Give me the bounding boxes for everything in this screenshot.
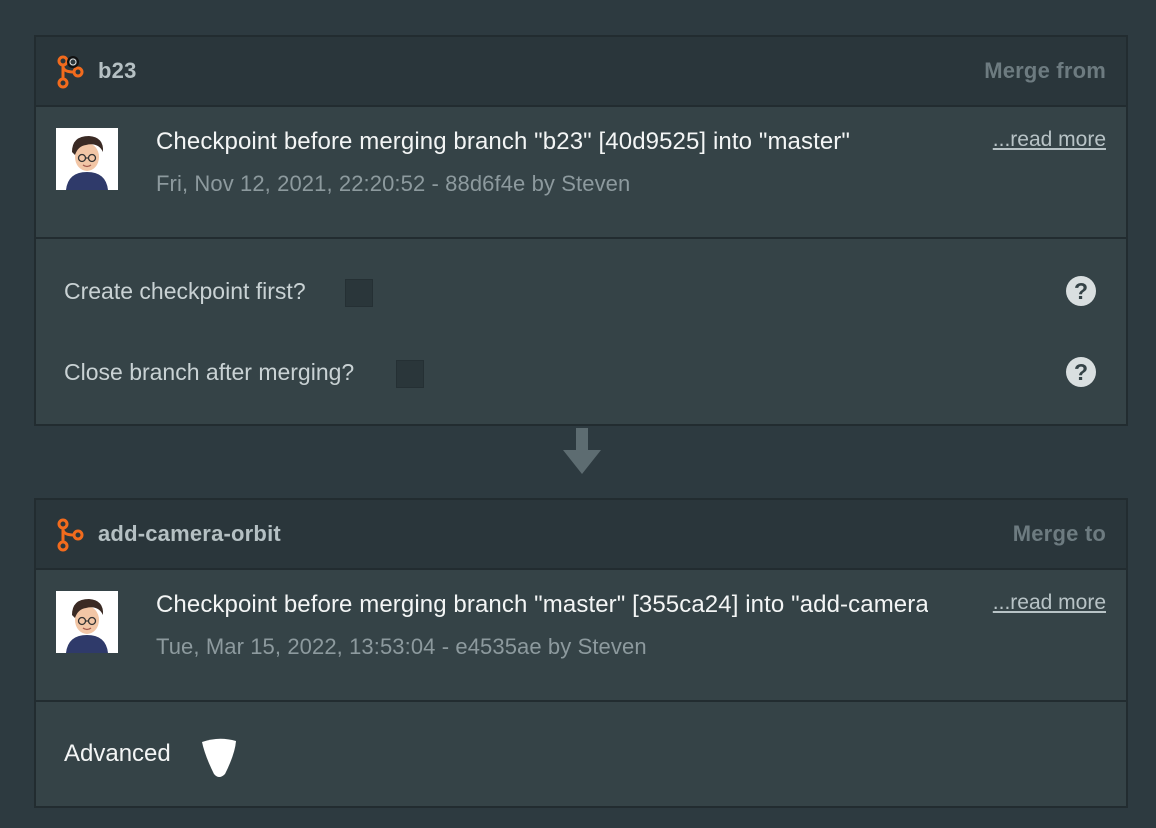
- source-commit: Checkpoint before merging branch "b23" […: [36, 107, 1126, 239]
- commit-meta: Tue, Mar 15, 2022, 13:53:04 - e4535ae by…: [156, 634, 647, 659]
- target-branch-name: add-camera-orbit: [98, 521, 281, 546]
- question-circle-icon[interactable]: ?: [1066, 357, 1096, 387]
- caret-down-icon[interactable]: [199, 734, 239, 780]
- create-checkpoint-label: Create checkpoint first?: [64, 278, 306, 304]
- commit-meta: Fri, Nov 12, 2021, 22:20:52 - 88d6f4e by…: [156, 171, 631, 196]
- commit-title: Checkpoint before merging branch "master…: [156, 591, 928, 618]
- merge-from-header: b23 Merge from: [36, 37, 1126, 107]
- avatar: [56, 128, 118, 190]
- arrow-down-icon: [563, 428, 601, 474]
- advanced-toggle[interactable]: Advanced: [64, 740, 171, 768]
- commit-title: Checkpoint before merging branch "b23" […: [156, 128, 851, 155]
- create-checkpoint-checkbox[interactable]: [345, 279, 373, 307]
- read-more-link[interactable]: ...read more: [993, 128, 1106, 152]
- source-branch-name: b23: [98, 58, 137, 83]
- target-commit: Checkpoint before merging branch "master…: [36, 570, 1126, 702]
- branch-icon: [57, 518, 84, 552]
- merge-to-header: add-camera-orbit Merge to: [36, 500, 1126, 570]
- merge-from-panel: b23 Merge from Checkpoint before merging…: [34, 35, 1128, 426]
- merge-to-panel: add-camera-orbit Merge to Checkpoint bef…: [34, 498, 1128, 808]
- close-branch-label: Close branch after merging?: [64, 359, 355, 385]
- read-more-link[interactable]: ...read more: [993, 591, 1106, 615]
- question-circle-icon[interactable]: ?: [1066, 276, 1096, 306]
- close-branch-checkbox[interactable]: [396, 360, 424, 388]
- avatar: [56, 591, 118, 653]
- branch-icon: [57, 55, 84, 89]
- merge-from-label: Merge from: [984, 58, 1106, 83]
- merge-to-label: Merge to: [1012, 521, 1106, 546]
